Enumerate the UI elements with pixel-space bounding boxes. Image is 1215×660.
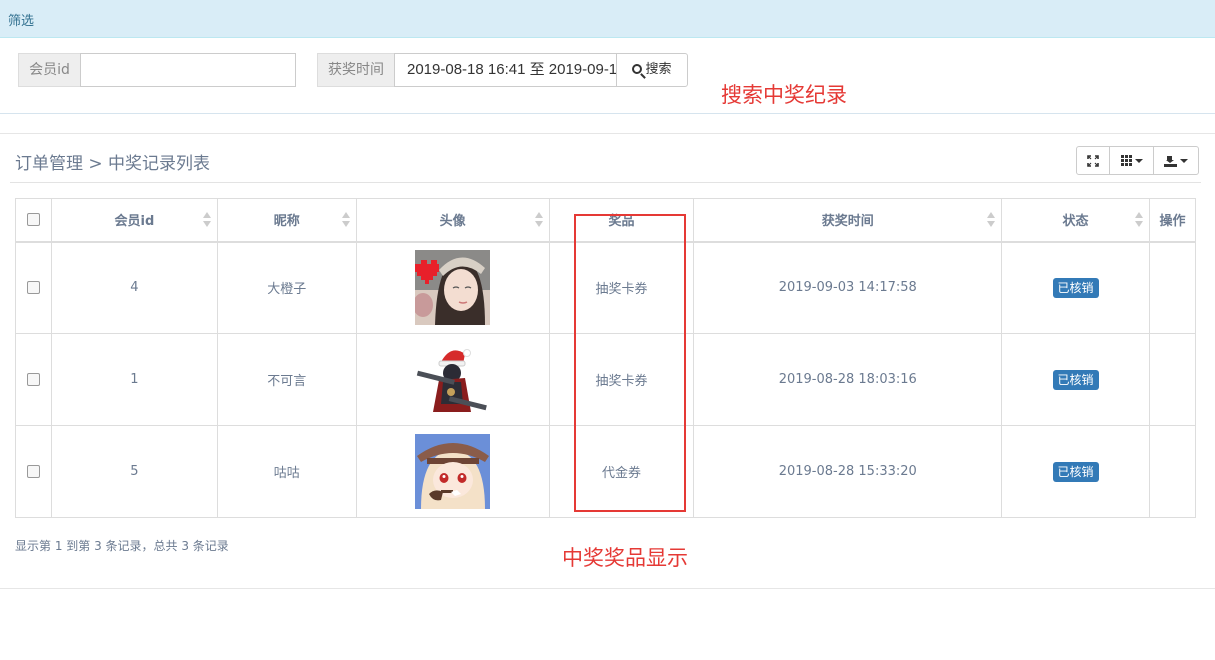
actions-cell xyxy=(1148,333,1197,426)
fullscreen-icon xyxy=(1087,154,1099,167)
avatar-cell xyxy=(355,333,550,426)
award-time-cell: 2019-09-03 14:17:58 xyxy=(693,241,1003,334)
member-id-cell: 1 xyxy=(50,333,218,426)
header-actions: 操作 xyxy=(1148,198,1197,243)
sort-icon xyxy=(987,212,996,228)
filter-bar[interactable]: 筛选 xyxy=(0,0,1215,38)
member-id-cell: 5 xyxy=(50,425,218,518)
header-label: 获奖时间 xyxy=(821,214,874,230)
header-avatar[interactable]: 头像 xyxy=(355,198,550,243)
nickname-cell: 大橙子 xyxy=(216,241,357,334)
member-id-input[interactable] xyxy=(93,54,295,84)
award-time-cell: 2019-08-28 18:03:16 xyxy=(693,333,1003,426)
header-member-id[interactable]: 会员id xyxy=(50,198,218,243)
row-select-cell xyxy=(15,425,52,518)
header-label: 昵称 xyxy=(273,214,300,230)
row-select-cell xyxy=(15,333,52,426)
member-id-label: 会员id xyxy=(18,53,81,87)
select-all-checkbox[interactable] xyxy=(26,213,40,227)
breadcrumb-divider xyxy=(10,182,1201,183)
avatar-anime-detective-image xyxy=(415,434,491,509)
row-select-cell xyxy=(15,241,52,334)
sort-icon xyxy=(1134,212,1143,228)
header-label: 头像 xyxy=(439,214,466,230)
columns-button[interactable] xyxy=(1109,146,1154,175)
chevron-down-icon xyxy=(1180,158,1188,163)
status-cell: 已核销 xyxy=(1001,333,1150,426)
section-divider xyxy=(0,133,1215,134)
avatar-cell xyxy=(355,425,550,518)
search-icon xyxy=(632,64,643,74)
status-cell: 已核销 xyxy=(1001,425,1150,518)
row-checkbox[interactable] xyxy=(26,465,40,478)
search-button[interactable]: 搜索 xyxy=(616,53,688,87)
grid-icon xyxy=(1120,155,1132,166)
annotation-prize-note: 中奖奖品显示 xyxy=(562,546,688,570)
header-nickname[interactable]: 昵称 xyxy=(216,198,357,243)
row-checkbox[interactable] xyxy=(26,281,40,295)
header-label: 会员id xyxy=(114,214,155,230)
award-time-range-input[interactable]: 2019-08-18 16:41 至 2019-09-1 xyxy=(394,53,618,87)
nickname-cell: 咕咕 xyxy=(216,425,357,518)
status-badge: 已核销 xyxy=(1052,369,1099,390)
member-id-field[interactable] xyxy=(80,53,296,87)
avatar-girl-image xyxy=(415,250,491,326)
prize-column-highlight xyxy=(574,214,686,512)
header-status[interactable]: 状态 xyxy=(1001,198,1150,243)
avatar-chibi-santa-image xyxy=(415,342,491,417)
nickname-cell: 不可言 xyxy=(216,333,357,426)
table-toolbar xyxy=(1076,146,1199,175)
export-button[interactable] xyxy=(1153,146,1199,175)
row-checkbox[interactable] xyxy=(26,373,40,386)
header-award-time[interactable]: 获奖时间 xyxy=(693,198,1003,243)
award-time-cell: 2019-08-28 15:33:20 xyxy=(693,425,1003,518)
status-cell: 已核销 xyxy=(1001,241,1150,334)
chevron-down-icon xyxy=(1134,158,1143,163)
sort-icon xyxy=(341,212,350,228)
select-all-header xyxy=(15,198,52,243)
annotation-search-note: 搜索中奖纪录 xyxy=(721,83,847,107)
sort-icon xyxy=(534,212,543,228)
fullscreen-button[interactable] xyxy=(1076,146,1110,175)
actions-cell xyxy=(1148,425,1197,518)
avatar-cell xyxy=(355,241,550,334)
export-icon xyxy=(1164,155,1177,167)
award-time-label: 获奖时间 xyxy=(317,53,395,87)
status-badge: 已核销 xyxy=(1052,277,1099,298)
member-id-cell: 4 xyxy=(50,241,218,334)
filter-title[interactable]: 筛选 xyxy=(8,10,34,29)
search-button-label: 搜索 xyxy=(645,62,672,77)
actions-cell xyxy=(1148,241,1197,334)
header-label: 操作 xyxy=(1159,214,1186,230)
footer-divider xyxy=(0,588,1215,589)
breadcrumb: 订单管理 > 中奖记录列表 xyxy=(15,154,211,174)
pagination-info: 显示第 1 到第 3 条记录，总共 3 条记录 xyxy=(15,539,229,553)
search-row: 会员id 获奖时间 2019-08-18 16:41 至 2019-09-1 搜… xyxy=(0,38,1215,114)
sort-icon xyxy=(202,212,211,228)
header-label: 状态 xyxy=(1062,214,1089,230)
status-badge: 已核销 xyxy=(1052,461,1099,482)
